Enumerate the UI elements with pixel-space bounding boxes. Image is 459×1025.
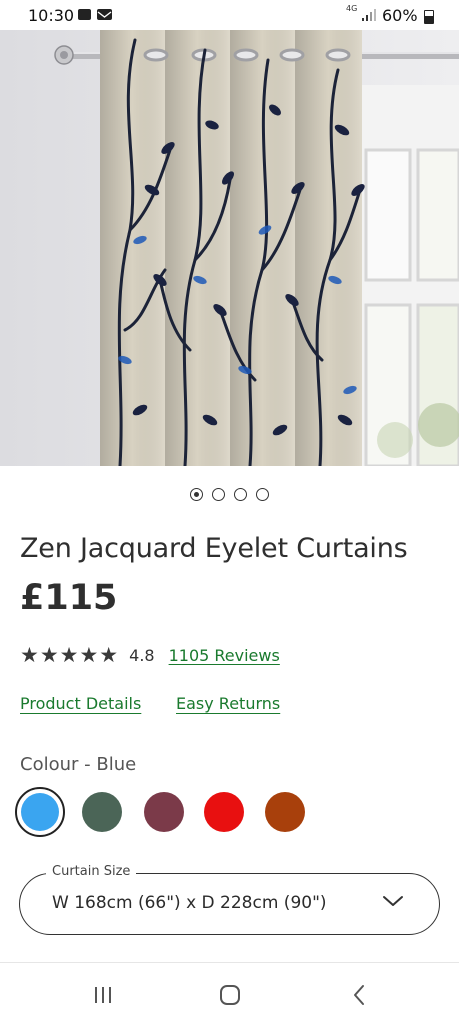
product-details-link[interactable]: Product Details	[20, 694, 141, 713]
carousel-indicator	[0, 486, 459, 502]
carousel-dot-3[interactable]	[234, 488, 247, 502]
rating-stars-icon: ★★★★★	[20, 643, 120, 667]
back-icon[interactable]	[348, 983, 372, 1007]
chevron-down-icon	[383, 896, 403, 906]
swatch-orange[interactable]	[265, 792, 305, 832]
network-type: 4G	[346, 4, 358, 13]
battery-percent: 60%	[382, 6, 418, 25]
battery-icon	[424, 10, 434, 24]
product-title: Zen Jacquard Eyelet Curtains	[20, 533, 408, 564]
signal-icon	[362, 9, 376, 21]
easy-returns-link[interactable]: Easy Returns	[176, 694, 280, 713]
carousel-dot-4[interactable]	[256, 488, 269, 502]
swatch-blue-fill	[21, 793, 59, 831]
reviews-link[interactable]: 1105 Reviews	[169, 646, 280, 665]
product-price: £115	[20, 578, 118, 618]
rating-row: ★★★★★ 4.8 1105 Reviews	[20, 643, 280, 667]
swatch-plum[interactable]	[144, 792, 184, 832]
home-icon[interactable]	[218, 983, 242, 1007]
swatch-green[interactable]	[82, 792, 122, 832]
swatch-blue[interactable]	[15, 787, 65, 837]
product-image[interactable]	[0, 30, 459, 466]
mail-icon	[97, 9, 112, 20]
recent-apps-icon[interactable]	[91, 983, 115, 1007]
status-bar: 10:30 4G 60%	[0, 0, 459, 30]
curtain-size-legend: Curtain Size	[46, 864, 137, 879]
status-time: 10:30	[28, 6, 75, 25]
colour-label: Colour - Blue	[20, 754, 137, 775]
carousel-dot-1[interactable]	[190, 488, 203, 502]
system-nav-bar	[0, 962, 459, 1025]
curtain-size-value: W 168cm (66") x D 228cm (90")	[52, 893, 327, 913]
curtain-illustration	[0, 30, 459, 466]
carousel-dot-2[interactable]	[212, 488, 225, 502]
gallery-icon	[78, 9, 91, 20]
rating-value: 4.8	[129, 645, 155, 665]
swatch-red[interactable]	[204, 792, 244, 832]
